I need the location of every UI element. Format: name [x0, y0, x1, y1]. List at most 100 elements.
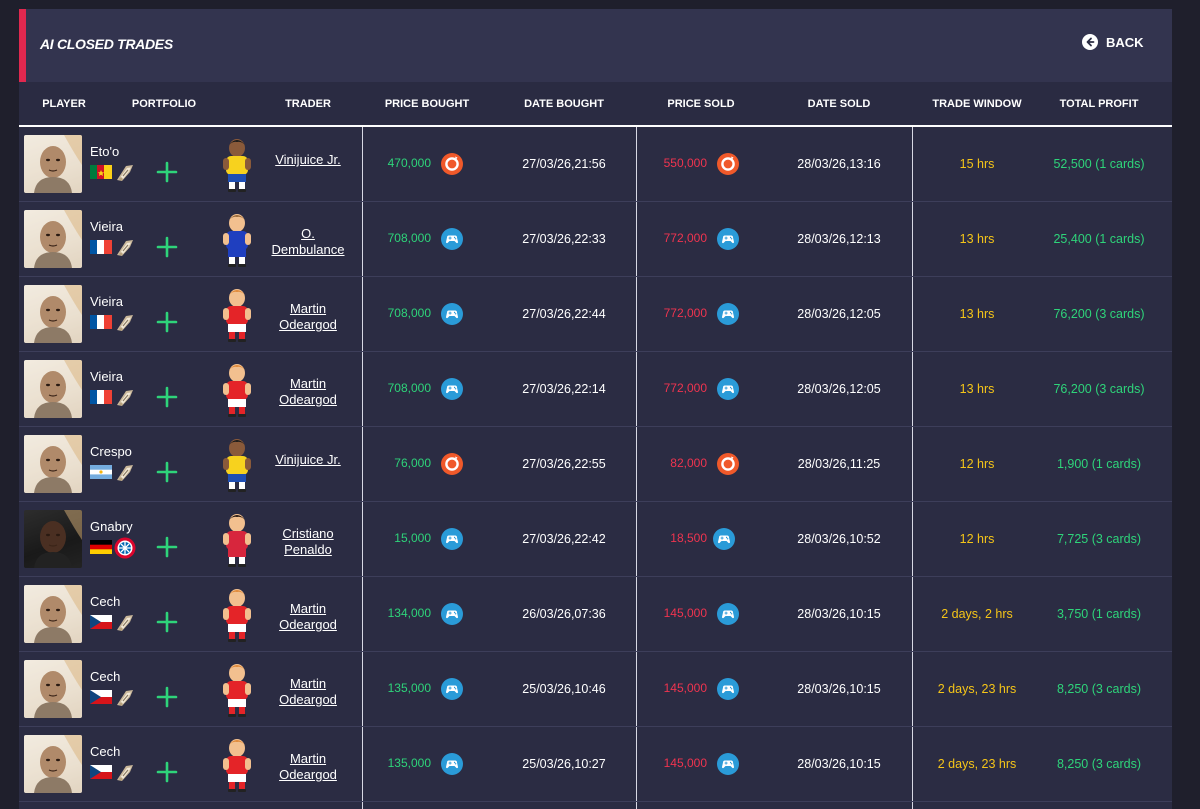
player-card-image — [24, 285, 82, 343]
total-profit: 7,725 (3 cards) — [1056, 532, 1142, 546]
date-bought: 27/03/26,22:55 — [522, 457, 606, 471]
trader-link[interactable]: Martin Odeargod — [258, 601, 358, 633]
date-sold: 28/03/26,12:05 — [797, 382, 881, 396]
player-card-image — [24, 210, 82, 268]
player-card-image — [24, 135, 82, 193]
player-card-image — [24, 435, 82, 493]
origin-icon — [717, 153, 739, 175]
trader-link[interactable]: Martin Odeargod — [258, 751, 358, 783]
add-to-portfolio-button[interactable] — [156, 536, 178, 558]
playstation-icon — [717, 678, 739, 700]
add-to-portfolio-button[interactable] — [156, 311, 178, 333]
add-to-portfolio-button[interactable] — [156, 236, 178, 258]
playstation-icon — [441, 603, 463, 625]
table-row[interactable]: Gnabry Cristiano Penaldo 15,000 27/03/26,22:… — [19, 502, 1172, 577]
playstation-icon — [713, 528, 735, 550]
trader-avatar — [219, 362, 255, 418]
trade-window: 2 days, 2 hrs — [941, 607, 1013, 621]
trader-avatar — [219, 737, 255, 793]
col-player: PLAYER — [42, 98, 86, 110]
table-row[interactable]: Eto'o Vinijuice Jr. 470,000 27/03/26,21:56 5… — [19, 127, 1172, 202]
origin-icon — [717, 453, 739, 475]
col-trade-window: TRADE WINDOW — [932, 98, 1022, 110]
trade-window: 2 days, 23 hrs — [937, 757, 1017, 771]
trader-link[interactable]: Vinijuice Jr. — [258, 452, 358, 468]
add-to-portfolio-button[interactable] — [156, 461, 178, 483]
price-bought: 470,000 — [387, 156, 431, 170]
trader-link[interactable]: Cristiano Penaldo — [258, 526, 358, 558]
playstation-icon — [441, 228, 463, 250]
trader-name-line1: Martin — [289, 676, 327, 691]
add-to-portfolio-button[interactable] — [156, 611, 178, 633]
add-to-portfolio-button[interactable] — [156, 686, 178, 708]
col-date-sold: DATE SOLD — [807, 98, 871, 110]
origin-icon — [441, 153, 463, 175]
icon-badge-icon — [114, 612, 136, 634]
trader-name-line2: Odeargod — [279, 692, 337, 707]
date-bought: 27/03/26,22:14 — [522, 382, 606, 396]
price-bought: 135,000 — [387, 756, 431, 770]
table-row[interactable]: Cech Martin Odeargod 134,000 26/03/26,07:36 1… — [19, 577, 1172, 652]
date-bought: 26/03/26,07:36 — [522, 607, 606, 621]
player-card-image — [24, 735, 82, 793]
closed-trades-panel: AI CLOSED TRADES BACK PLAYER PORTFOLIO T… — [19, 9, 1172, 809]
table-row[interactable]: Cech Martin Odeargod 135,000 25/03/26,10:27 1… — [19, 727, 1172, 802]
price-sold: 772,000 — [663, 231, 707, 245]
page-title: AI CLOSED TRADES — [40, 36, 173, 52]
add-to-portfolio-button[interactable] — [156, 161, 178, 183]
czech-flag-icon — [90, 690, 112, 704]
table-row[interactable]: Crespo Vinijuice Jr. 76,000 27/03/26,22:55 8… — [19, 427, 1172, 502]
arrow-left-icon — [1082, 34, 1098, 50]
total-profit: 8,250 (3 cards) — [1056, 757, 1142, 771]
player-name: Cech — [90, 669, 121, 684]
back-button[interactable]: BACK — [1082, 34, 1144, 50]
table-row[interactable]: Vieira Martin Odeargod 708,000 27/03/26,22:4… — [19, 277, 1172, 352]
trade-window: 15 hrs — [959, 157, 995, 171]
price-sold: 82,000 — [670, 456, 707, 470]
player-name: Cech — [90, 744, 121, 759]
col-price-sold: PRICE SOLD — [667, 98, 735, 110]
accent-bar — [19, 9, 26, 82]
table-row[interactable]: Vieira Martin Odeargod 708,000 27/03/26,22:1… — [19, 352, 1172, 427]
trader-name-line2: Odeargod — [279, 617, 337, 632]
trader-name-line2: Penaldo — [284, 542, 332, 557]
playstation-icon — [717, 228, 739, 250]
date-bought: 27/03/26,22:44 — [522, 307, 606, 321]
total-profit: 1,900 (1 cards) — [1056, 457, 1142, 471]
trader-name-line1: Vinijuice Jr. — [275, 152, 341, 167]
date-sold: 28/03/26,10:52 — [797, 532, 881, 546]
player-name: Crespo — [90, 444, 132, 459]
trader-link[interactable]: O. Dembulance — [258, 226, 358, 258]
trader-link[interactable]: Martin Odeargod — [258, 376, 358, 408]
trader-avatar — [219, 212, 255, 268]
icon-badge-icon — [114, 237, 136, 259]
add-to-portfolio-button[interactable] — [156, 386, 178, 408]
player-name: Vieira — [90, 369, 124, 384]
france-flag-icon — [90, 315, 112, 329]
argentina-flag-icon — [90, 465, 112, 479]
table-row[interactable]: Vieira O. Dembulance 708,000 27/03/26,22:33 7… — [19, 202, 1172, 277]
total-profit: 76,200 (3 cards) — [1053, 307, 1145, 321]
trader-link[interactable]: Martin Odeargod — [258, 301, 358, 333]
price-sold: 18,500 — [670, 531, 707, 545]
date-sold: 28/03/26,11:25 — [797, 457, 881, 471]
trader-name-line1: Martin — [289, 376, 327, 391]
price-bought: 708,000 — [387, 381, 431, 395]
price-sold: 772,000 — [663, 381, 707, 395]
france-flag-icon — [90, 390, 112, 404]
date-sold: 28/03/26,10:15 — [797, 682, 881, 696]
table-row[interactable]: Cech Martin Odeargod 135,000 25/03/26,10:46 1… — [19, 652, 1172, 727]
trader-link[interactable]: Martin Odeargod — [258, 676, 358, 708]
trader-name-line1: Vinijuice Jr. — [275, 452, 341, 467]
playstation-icon — [441, 678, 463, 700]
trader-name-line1: O. — [301, 226, 315, 241]
player-card-image — [24, 510, 82, 568]
player-name: Vieira — [90, 219, 124, 234]
add-to-portfolio-button[interactable] — [156, 761, 178, 783]
trade-window: 12 hrs — [959, 457, 995, 471]
trader-avatar — [219, 287, 255, 343]
trader-link[interactable]: Vinijuice Jr. — [258, 152, 358, 168]
panel-header: AI CLOSED TRADES BACK — [19, 9, 1172, 82]
icon-badge-icon — [114, 312, 136, 334]
player-name: Gnabry — [90, 519, 133, 534]
